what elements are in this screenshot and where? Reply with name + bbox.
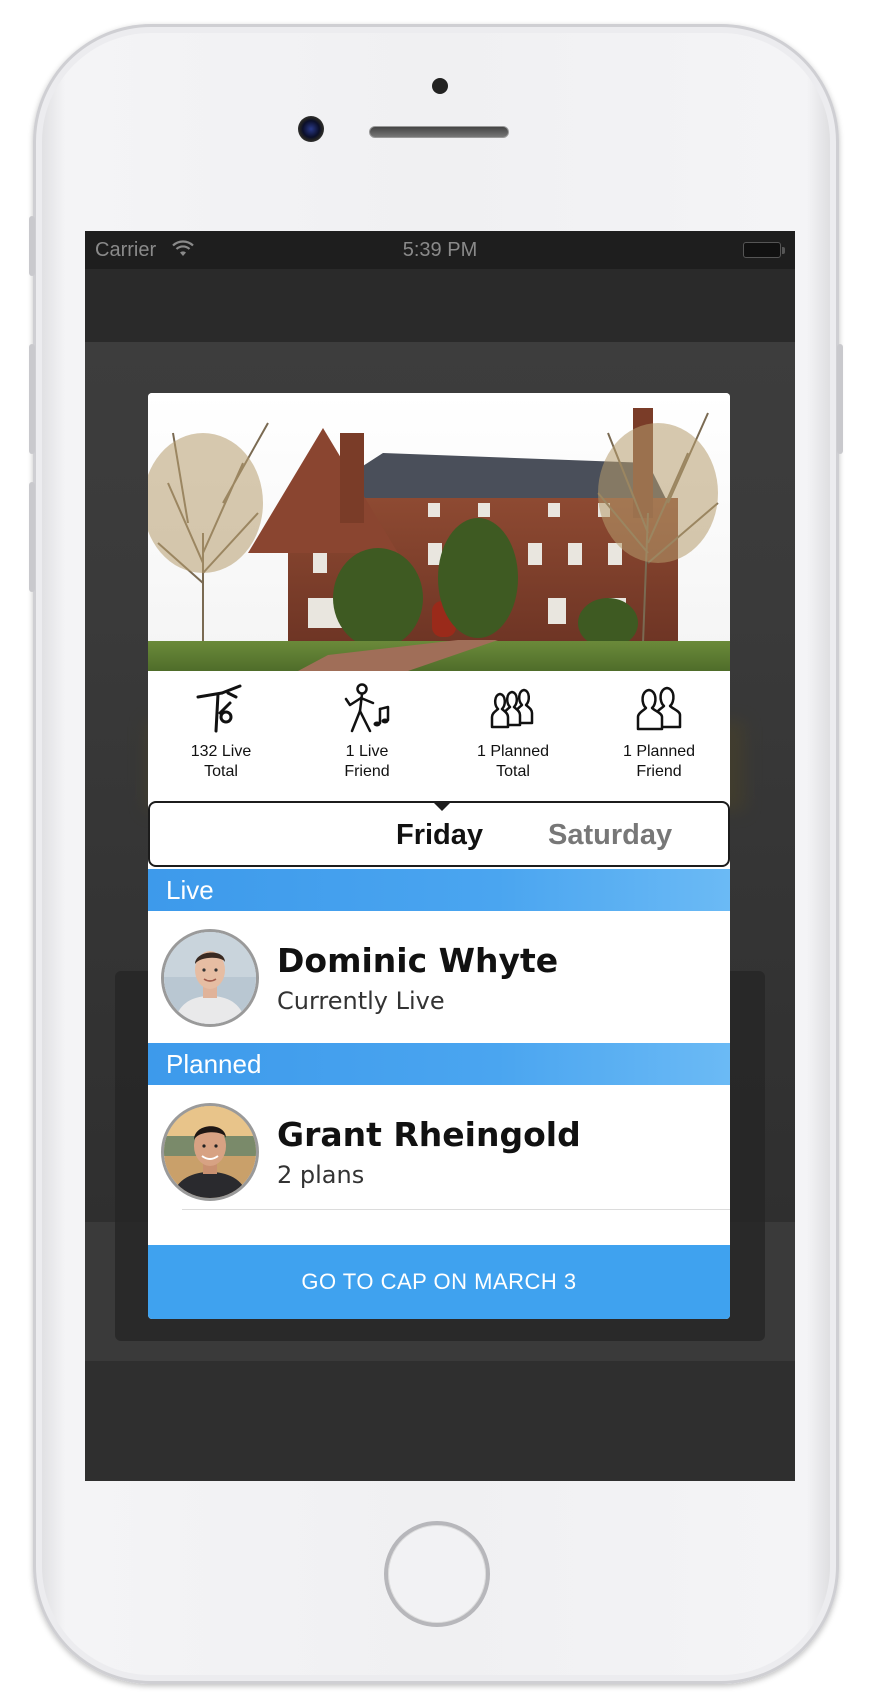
stat-live-friend[interactable]: 1 Live Friend [294, 671, 440, 798]
earpiece-speaker [369, 126, 509, 138]
go-to-club-button[interactable]: GO TO CAP ON MARCH 3 [148, 1245, 730, 1319]
dancer-live-icon [196, 684, 242, 733]
dimmed-footer [85, 1361, 795, 1481]
stats-bar: 132 Live Total 1 Live Friend 1 Planned T… [148, 671, 730, 798]
status-bar: Carrier 5:39 PM [85, 231, 795, 269]
avatar [161, 1103, 259, 1201]
row-divider [182, 1209, 730, 1210]
friends-planned-icon [636, 686, 682, 731]
friend-name: Grant Rheingold [277, 1115, 581, 1154]
tab-friday[interactable]: Friday [396, 819, 483, 852]
dancer-friend-icon [344, 683, 390, 733]
stat-label: 132 Live Total [190, 743, 252, 780]
day-selector: Friday Saturday [148, 801, 730, 867]
selected-day-caret [432, 801, 452, 811]
stat-label: 1 Planned Friend [622, 743, 696, 780]
list-item-planned-friend[interactable]: Grant Rheingold 2 plans [148, 1085, 730, 1217]
stat-label: 1 Live Friend [344, 743, 390, 780]
volume-up-button [29, 344, 35, 454]
volume-down-button [29, 482, 35, 592]
tab-saturday[interactable]: Saturday [548, 819, 672, 852]
front-camera [298, 116, 324, 142]
friend-status: Currently Live [277, 987, 445, 1015]
avatar [161, 929, 259, 1027]
friend-status: 2 plans [277, 1161, 365, 1189]
friend-name: Dominic Whyte [277, 941, 559, 980]
group-planned-icon [490, 688, 534, 729]
front-sensor [432, 78, 448, 94]
clock: 5:39 PM [402, 239, 478, 261]
power-button [837, 344, 843, 454]
stat-label: 1 Planned Total [476, 743, 550, 780]
dimmed-nav-bar [85, 269, 795, 342]
stat-live-total[interactable]: 132 Live Total [148, 671, 294, 798]
stat-planned-total[interactable]: 1 Planned Total [440, 671, 586, 798]
mute-switch [29, 216, 35, 276]
home-button[interactable] [384, 1521, 490, 1627]
list-item-live-friend[interactable]: Dominic Whyte Currently Live [148, 911, 730, 1043]
stat-planned-friend[interactable]: 1 Planned Friend [586, 671, 730, 798]
battery-icon [743, 242, 785, 258]
club-photo [148, 393, 730, 671]
club-detail-modal: 132 Live Total 1 Live Friend 1 Planned T… [148, 393, 730, 1319]
section-header-planned: Planned [148, 1043, 730, 1085]
section-header-live: Live [148, 869, 730, 911]
